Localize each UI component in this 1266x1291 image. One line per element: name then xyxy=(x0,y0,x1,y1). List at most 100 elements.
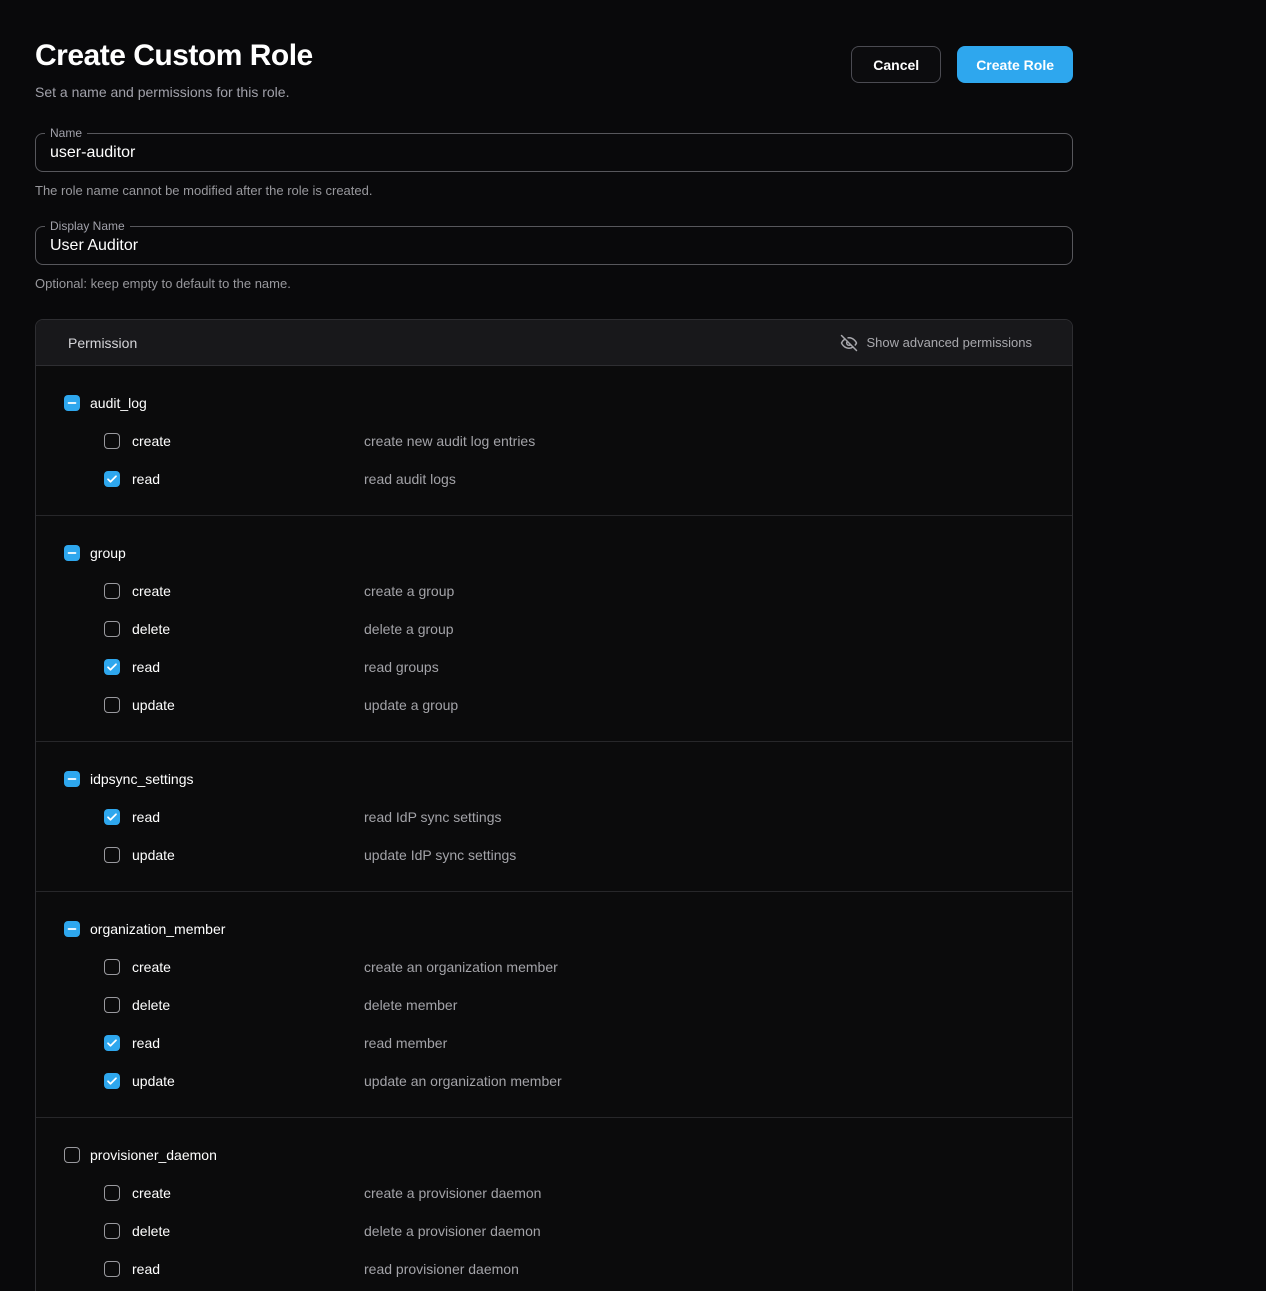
organization_member-read-description: read member xyxy=(364,1035,447,1051)
name-field[interactable]: Name user-auditor xyxy=(35,133,1073,172)
audit_log-create-description: create new audit log entries xyxy=(364,433,535,449)
provisioner_daemon-delete-checkbox[interactable] xyxy=(104,1223,120,1239)
idpsync_settings-group-checkbox[interactable] xyxy=(64,771,80,787)
name-field-label: Name xyxy=(45,126,87,140)
group-update-row: updateupdate a group xyxy=(36,686,1072,724)
group-delete-row: deletedelete a group xyxy=(36,610,1072,648)
organization_member-update-row: updateupdate an organization member xyxy=(36,1062,1072,1100)
page-subtitle: Set a name and permissions for this role… xyxy=(35,83,313,101)
permission-group-idpsync_settings: idpsync_settingsreadread IdP sync settin… xyxy=(36,741,1072,891)
name-input[interactable]: user-auditor xyxy=(36,144,135,162)
group-create-label[interactable]: create xyxy=(132,583,364,599)
group-read-label[interactable]: read xyxy=(132,659,364,675)
page-heading-block: Create Custom Role Set a name and permis… xyxy=(35,38,313,101)
create-custom-role-page: Create Custom Role Set a name and permis… xyxy=(35,0,1073,1291)
permissions-table: Permission Show advanced permissions aud… xyxy=(35,319,1073,1291)
name-field-group: Name user-auditor The role name cannot b… xyxy=(35,133,1073,198)
idpsync_settings-read-checkbox[interactable] xyxy=(104,809,120,825)
group-delete-description: delete a group xyxy=(364,621,454,637)
display-name-field[interactable]: Display Name User Auditor xyxy=(35,226,1073,265)
audit_log-group-label[interactable]: audit_log xyxy=(90,395,147,411)
organization_member-update-label[interactable]: update xyxy=(132,1073,364,1089)
organization_member-create-description: create an organization member xyxy=(364,959,558,975)
provisioner_daemon-create-description: create a provisioner daemon xyxy=(364,1185,541,1201)
provisioner_daemon-group-label[interactable]: provisioner_daemon xyxy=(90,1147,217,1163)
organization_member-delete-row: deletedelete member xyxy=(36,986,1072,1024)
page-title: Create Custom Role xyxy=(35,38,313,74)
display-name-input[interactable]: User Auditor xyxy=(36,237,138,255)
organization_member-read-checkbox[interactable] xyxy=(104,1035,120,1051)
audit_log-create-row: createcreate new audit log entries xyxy=(36,422,1072,460)
idpsync_settings-update-row: updateupdate IdP sync settings xyxy=(36,836,1072,874)
provisioner_daemon-read-checkbox[interactable] xyxy=(104,1261,120,1277)
page-header: Create Custom Role Set a name and permis… xyxy=(35,38,1073,101)
provisioner_daemon-create-label[interactable]: create xyxy=(132,1185,364,1201)
permissions-table-header: Permission Show advanced permissions xyxy=(36,320,1072,366)
idpsync_settings-update-description: update IdP sync settings xyxy=(364,847,516,863)
organization_member-group-checkbox[interactable] xyxy=(64,921,80,937)
idpsync_settings-read-row: readread IdP sync settings xyxy=(36,798,1072,836)
audit_log-create-label[interactable]: create xyxy=(132,433,364,449)
provisioner_daemon-delete-description: delete a provisioner daemon xyxy=(364,1223,541,1239)
organization_member-read-label[interactable]: read xyxy=(132,1035,364,1051)
permission-group-provisioner_daemon: provisioner_daemoncreatecreate a provisi… xyxy=(36,1117,1072,1291)
idpsync_settings-read-description: read IdP sync settings xyxy=(364,809,501,825)
organization_member-delete-label[interactable]: delete xyxy=(132,997,364,1013)
idpsync_settings-update-label[interactable]: update xyxy=(132,847,364,863)
audit_log-group-checkbox[interactable] xyxy=(64,395,80,411)
audit_log-create-checkbox[interactable] xyxy=(104,433,120,449)
group-delete-checkbox[interactable] xyxy=(104,621,120,637)
group-read-description: read groups xyxy=(364,659,439,675)
show-advanced-permissions-toggle[interactable]: Show advanced permissions xyxy=(840,334,1032,352)
group-update-description: update a group xyxy=(364,697,458,713)
permission-column-header: Permission xyxy=(68,335,137,351)
group-update-checkbox[interactable] xyxy=(104,697,120,713)
idpsync_settings-group-label[interactable]: idpsync_settings xyxy=(90,771,194,787)
cancel-button[interactable]: Cancel xyxy=(851,46,941,83)
permission-group-organization_member: organization_membercreatecreate an organ… xyxy=(36,891,1072,1117)
group-group-checkbox[interactable] xyxy=(64,545,80,561)
provisioner_daemon-create-row: createcreate a provisioner daemon xyxy=(36,1174,1072,1212)
organization_member-group-label[interactable]: organization_member xyxy=(90,921,225,937)
organization_member-delete-description: delete member xyxy=(364,997,457,1013)
group-update-label[interactable]: update xyxy=(132,697,364,713)
group-delete-label[interactable]: delete xyxy=(132,621,364,637)
audit_log-read-row: readread audit logs xyxy=(36,460,1072,498)
permission-group-header-audit_log: audit_log xyxy=(36,384,1072,422)
group-group-label[interactable]: group xyxy=(90,545,126,561)
display-name-field-group: Display Name User Auditor Optional: keep… xyxy=(35,226,1073,291)
audit_log-read-label[interactable]: read xyxy=(132,471,364,487)
group-create-checkbox[interactable] xyxy=(104,583,120,599)
permission-group-header-group: group xyxy=(36,534,1072,572)
provisioner_daemon-delete-row: deletedelete a provisioner daemon xyxy=(36,1212,1072,1250)
provisioner_daemon-read-row: readread provisioner daemon xyxy=(36,1250,1072,1288)
group-read-checkbox[interactable] xyxy=(104,659,120,675)
group-read-row: readread groups xyxy=(36,648,1072,686)
display-name-helper-text: Optional: keep empty to default to the n… xyxy=(35,276,1073,291)
organization_member-create-checkbox[interactable] xyxy=(104,959,120,975)
audit_log-read-description: read audit logs xyxy=(364,471,456,487)
organization_member-update-checkbox[interactable] xyxy=(104,1073,120,1089)
organization_member-update-description: update an organization member xyxy=(364,1073,562,1089)
permission-group-group: groupcreatecreate a groupdeletedelete a … xyxy=(36,515,1072,741)
header-actions: Cancel Create Role xyxy=(851,46,1073,83)
show-advanced-permissions-label: Show advanced permissions xyxy=(867,335,1032,350)
idpsync_settings-read-label[interactable]: read xyxy=(132,809,364,825)
organization_member-delete-checkbox[interactable] xyxy=(104,997,120,1013)
organization_member-create-label[interactable]: create xyxy=(132,959,364,975)
permission-group-header-organization_member: organization_member xyxy=(36,910,1072,948)
name-helper-text: The role name cannot be modified after t… xyxy=(35,183,1073,198)
provisioner_daemon-read-label[interactable]: read xyxy=(132,1261,364,1277)
group-create-row: createcreate a group xyxy=(36,572,1072,610)
organization_member-create-row: createcreate an organization member xyxy=(36,948,1072,986)
provisioner_daemon-delete-label[interactable]: delete xyxy=(132,1223,364,1239)
audit_log-read-checkbox[interactable] xyxy=(104,471,120,487)
permissions-table-body: audit_logcreatecreate new audit log entr… xyxy=(36,366,1072,1291)
idpsync_settings-update-checkbox[interactable] xyxy=(104,847,120,863)
provisioner_daemon-create-checkbox[interactable] xyxy=(104,1185,120,1201)
eye-off-icon xyxy=(840,334,858,352)
permission-group-header-provisioner_daemon: provisioner_daemon xyxy=(36,1136,1072,1174)
create-role-button[interactable]: Create Role xyxy=(957,46,1073,83)
provisioner_daemon-group-checkbox[interactable] xyxy=(64,1147,80,1163)
group-create-description: create a group xyxy=(364,583,454,599)
